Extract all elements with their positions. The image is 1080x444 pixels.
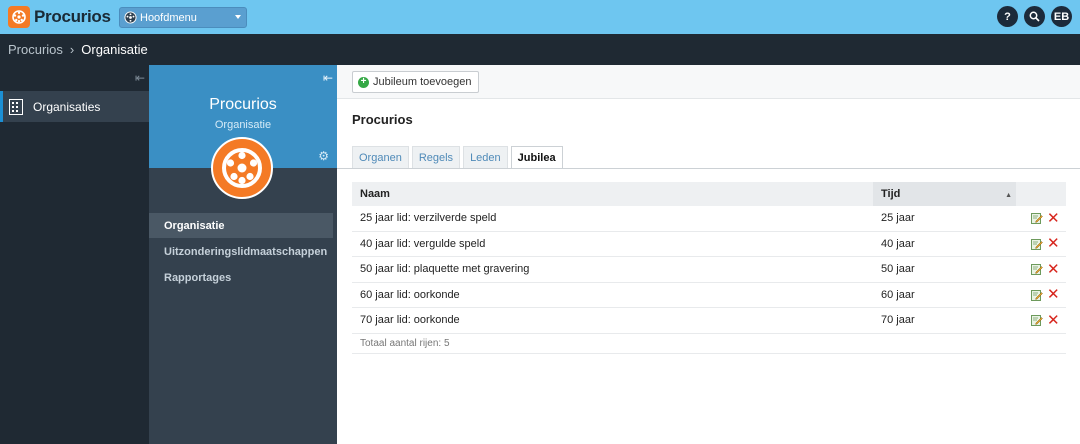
building-icon [9, 98, 23, 115]
table-row[interactable]: 40 jaar lid: vergulde speld 40 jaar ✕ [352, 232, 1066, 257]
toolbar: + Jubileum toevoegen [337, 65, 1080, 99]
cell-naam: 70 jaar lid: oorkonde [360, 314, 460, 327]
collapse-nav-icon[interactable]: ⇤ [135, 71, 145, 85]
delete-icon[interactable]: ✕ [1047, 211, 1060, 226]
cell-tijd: 50 jaar [881, 263, 915, 276]
cell-naam: 60 jaar lid: oorkonde [360, 288, 460, 301]
tab-regels[interactable]: Regels [411, 146, 461, 168]
main-menu-select[interactable]: Hoofdmenu [119, 7, 247, 28]
organisation-panel: ⇤ Procurios Organisatie ⚙ Organisatie Ui… [149, 65, 337, 444]
tab-jubilea[interactable]: Jubilea [510, 146, 563, 169]
breadcrumb-current: Organisatie [81, 42, 148, 57]
cell-tijd: 70 jaar [881, 314, 915, 327]
search-icon [1029, 11, 1040, 22]
main-menu-label: Hoofdmenu [140, 11, 197, 24]
sort-ascending-icon: ▲ [1005, 192, 1012, 199]
main-content: + Jubileum toevoegen Procurios Organen R… [337, 65, 1080, 444]
cell-tijd: 40 jaar [881, 237, 915, 250]
cell-tijd: 25 jaar [881, 212, 915, 225]
breadcrumb-root[interactable]: Procurios [8, 42, 63, 57]
cell-naam: 25 jaar lid: verzilverde speld [360, 212, 497, 225]
panel-menu-uitzonderingslidmaatschappen[interactable]: Uitzonderingslidmaatschappen [149, 239, 337, 264]
column-header-tijd-label: Tijd [881, 188, 901, 200]
globe-icon [124, 11, 137, 24]
user-avatar[interactable]: EB [1051, 6, 1072, 27]
edit-icon[interactable] [1031, 238, 1043, 250]
collapse-panel-icon[interactable]: ⇤ [323, 71, 333, 85]
table-header: Naam Tijd ▲ [352, 182, 1066, 206]
page-title: Procurios [352, 112, 413, 127]
edit-icon[interactable] [1031, 212, 1043, 225]
table-footer: Totaal aantal rijen: 5 [352, 334, 1066, 354]
left-navigation: ⇤ Organisaties [0, 65, 149, 444]
tab-bar: Organen Regels Leden Jubilea [352, 146, 563, 169]
breadcrumb-separator: › [69, 42, 75, 57]
app-name: Procurios [34, 7, 111, 26]
organisation-logo [211, 137, 273, 199]
delete-icon[interactable]: ✕ [1047, 236, 1060, 251]
cell-naam: 40 jaar lid: vergulde speld [360, 237, 486, 250]
delete-icon[interactable]: ✕ [1047, 313, 1060, 328]
tab-divider [337, 168, 1080, 169]
table-row[interactable]: 25 jaar lid: verzilverde speld 25 jaar ✕ [352, 206, 1066, 232]
edit-icon[interactable] [1031, 289, 1043, 301]
top-bar: Procurios Hoofdmenu ? EB [0, 0, 1080, 34]
column-header-tijd[interactable]: Tijd ▲ [873, 182, 1016, 206]
panel-subtitle: Organisatie [214, 119, 272, 131]
panel-menu-organisatie[interactable]: Organisatie [149, 213, 333, 238]
tab-leden[interactable]: Leden [463, 146, 508, 168]
plus-icon: + [358, 76, 369, 88]
chevron-down-icon [235, 15, 241, 19]
delete-icon[interactable]: ✕ [1047, 287, 1060, 302]
nav-item-organisaties[interactable]: Organisaties [0, 91, 149, 122]
nav-item-label: Organisaties [33, 99, 101, 114]
table-row[interactable]: 70 jaar lid: oorkonde 70 jaar ✕ [352, 308, 1066, 334]
help-button[interactable]: ? [997, 6, 1018, 27]
tab-organen[interactable]: Organen [352, 146, 409, 168]
gear-icon[interactable]: ⚙ [318, 149, 329, 163]
table-row[interactable]: 60 jaar lid: oorkonde 60 jaar ✕ [352, 283, 1066, 308]
add-jubileum-label: Jubileum toevoegen [373, 76, 472, 88]
jubilea-table: Naam Tijd ▲ 25 jaar lid: verzilverde spe… [352, 182, 1066, 354]
panel-menu-rapportages[interactable]: Rapportages [149, 265, 337, 290]
breadcrumb: Procurios › Organisatie [0, 34, 1080, 65]
column-header-naam[interactable]: Naam [352, 188, 873, 200]
panel-menu: Organisatie Uitzonderingslidmaatschappen… [149, 213, 337, 291]
search-button[interactable] [1024, 6, 1045, 27]
edit-icon[interactable] [1031, 314, 1043, 327]
table-row[interactable]: 50 jaar lid: plaquette met gravering 50 … [352, 257, 1066, 283]
cell-naam: 50 jaar lid: plaquette met gravering [360, 263, 530, 276]
add-jubileum-button[interactable]: + Jubileum toevoegen [352, 71, 480, 93]
delete-icon[interactable]: ✕ [1047, 262, 1060, 277]
panel-title: Procurios [209, 96, 277, 113]
app-logo[interactable]: Procurios [8, 6, 111, 28]
edit-icon[interactable] [1031, 263, 1043, 276]
procurios-logo-icon [8, 6, 30, 28]
procurios-logo-icon [222, 148, 262, 188]
cell-tijd: 60 jaar [881, 288, 915, 301]
